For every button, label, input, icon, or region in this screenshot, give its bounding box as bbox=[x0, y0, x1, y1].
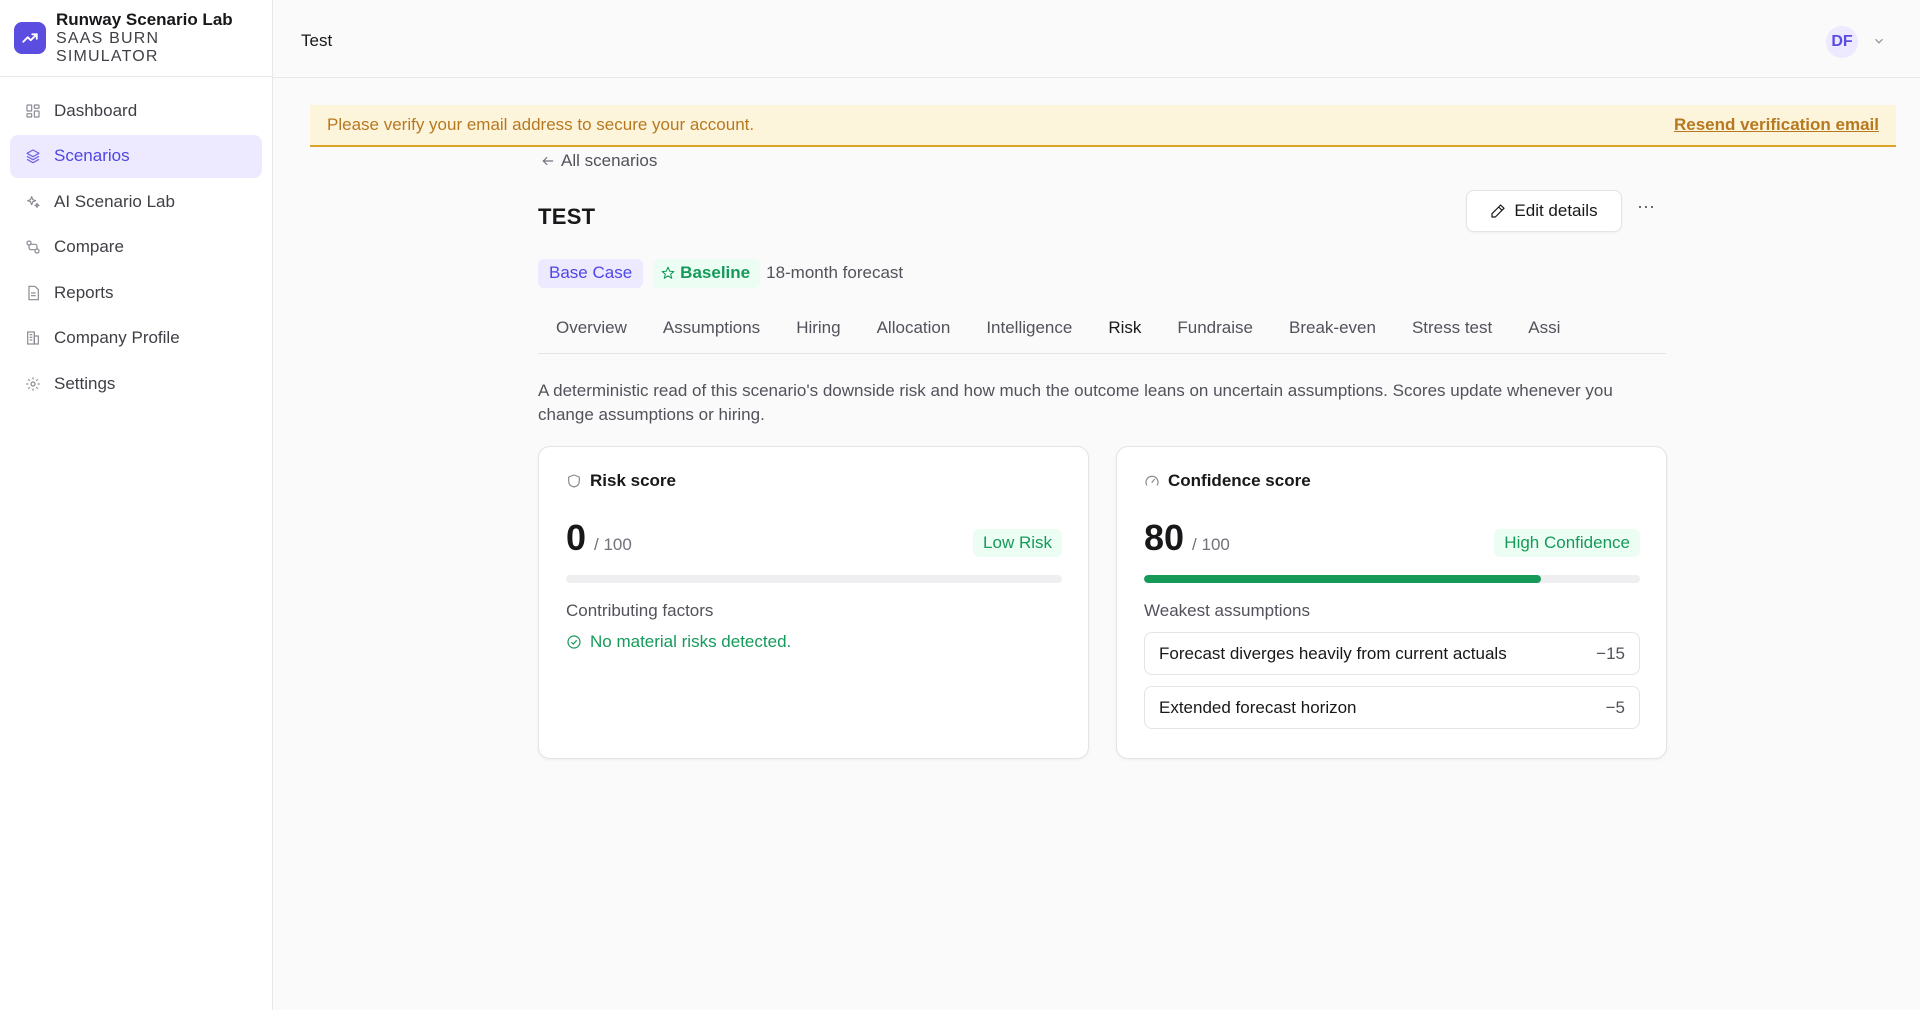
tab-risk[interactable]: Risk bbox=[1090, 308, 1159, 353]
sidebar-nav: Dashboard Scenarios AI Scenario Lab Comp… bbox=[0, 77, 272, 420]
tab-overview[interactable]: Overview bbox=[538, 308, 645, 353]
baseline-label: Baseline bbox=[680, 263, 751, 282]
sidebar-item-label: Settings bbox=[54, 373, 116, 393]
sidebar-item-label: Scenarios bbox=[54, 146, 130, 165]
sidebar-item-company-profile[interactable]: Company Profile bbox=[10, 317, 262, 360]
sidebar-item-scenarios[interactable]: Scenarios bbox=[10, 134, 262, 178]
no-risks-text: No material risks detected. bbox=[590, 632, 792, 651]
sidebar-item-label: AI Scenario Lab bbox=[54, 191, 175, 211]
gear-icon bbox=[24, 375, 42, 393]
assumption-label: Forecast diverges heavily from current a… bbox=[1159, 643, 1507, 663]
report-icon bbox=[24, 284, 42, 302]
resend-verification-link[interactable]: Resend verification email bbox=[1674, 115, 1879, 135]
more-options-button[interactable]: ··· bbox=[1634, 196, 1658, 220]
app-subtitle: SAAS BURN SIMULATOR bbox=[56, 29, 160, 65]
tab-hiring[interactable]: Hiring bbox=[778, 308, 858, 353]
layers-icon bbox=[24, 147, 42, 165]
app-title: Runway Scenario Lab bbox=[56, 9, 233, 29]
confidence-progress-fill bbox=[1144, 575, 1541, 583]
base-case-tag: Base Case bbox=[538, 258, 644, 288]
risk-description: A deterministic read of this scenario's … bbox=[538, 381, 1613, 424]
tab-allocation[interactable]: Allocation bbox=[859, 308, 969, 353]
header-title: Test bbox=[301, 31, 333, 50]
tab-assumptions[interactable]: Assumptions bbox=[645, 308, 778, 353]
assumption-item: Extended forecast horizon −5 bbox=[1144, 686, 1640, 729]
confidence-level-badge: High Confidence bbox=[1494, 529, 1640, 557]
star-icon bbox=[661, 266, 675, 279]
verify-email-banner: Please verify your email address to secu… bbox=[310, 105, 1896, 147]
tab-fundraise[interactable]: Fundraise bbox=[1159, 308, 1271, 353]
building-icon bbox=[24, 329, 42, 347]
brand[interactable]: Runway Scenario Lab SAAS BURN SIMULATOR bbox=[0, 0, 272, 77]
assumption-item: Forecast diverges heavily from current a… bbox=[1144, 632, 1640, 675]
avatar[interactable]: DF bbox=[1826, 26, 1858, 58]
tab-stress-test[interactable]: Stress test bbox=[1394, 308, 1510, 353]
gauge-icon bbox=[1145, 475, 1159, 486]
tab-intelligence[interactable]: Intelligence bbox=[968, 308, 1090, 353]
risk-score-card: Risk score 0 / 100 Low Risk Contributing… bbox=[538, 446, 1089, 759]
confidence-score-card: Confidence score 80 / 100 High Confidenc… bbox=[1116, 446, 1667, 759]
confidence-progress-bar bbox=[1144, 575, 1640, 583]
sidebar-item-label: Reports bbox=[54, 282, 114, 302]
risk-score-heading: Risk score bbox=[566, 471, 676, 491]
tab-assistant[interactable]: Assi bbox=[1510, 308, 1578, 353]
compare-icon bbox=[24, 238, 42, 256]
assumption-penalty: −15 bbox=[1596, 643, 1625, 663]
contributing-factors-label: Contributing factors bbox=[566, 601, 714, 620]
assumption-label: Extended forecast horizon bbox=[1159, 697, 1357, 717]
confidence-score-max: / 100 bbox=[1192, 535, 1230, 554]
arrow-left-icon bbox=[542, 156, 554, 166]
tab-break-even[interactable]: Break-even bbox=[1271, 308, 1394, 353]
all-scenarios-link[interactable]: All scenarios bbox=[541, 151, 741, 171]
scenario-tags: Base Case Baseline 18-month forecast bbox=[538, 258, 903, 288]
baseline-tag: Baseline bbox=[653, 258, 761, 288]
sidebar-item-label: Dashboard bbox=[54, 100, 138, 120]
risk-score-value: 0 bbox=[566, 517, 587, 558]
pencil-icon bbox=[1491, 204, 1506, 218]
no-risks-message: No material risks detected. bbox=[566, 632, 791, 652]
risk-level-badge: Low Risk bbox=[973, 529, 1062, 557]
sidebar-item-reports[interactable]: Reports bbox=[10, 271, 262, 314]
assumption-penalty: −5 bbox=[1605, 697, 1625, 717]
back-label: All scenarios bbox=[561, 151, 658, 170]
sidebar-item-settings[interactable]: Settings bbox=[10, 362, 262, 405]
scenario-tabs: Overview Assumptions Hiring Allocation I… bbox=[538, 308, 1666, 354]
confidence-score-heading: Confidence score bbox=[1144, 471, 1311, 491]
risk-progress-bar bbox=[566, 575, 1062, 583]
check-circle-icon bbox=[567, 635, 581, 649]
trend-up-icon bbox=[14, 22, 46, 54]
sidebar-item-label: Compare bbox=[54, 237, 124, 256]
edit-details-button[interactable]: Edit details bbox=[1466, 190, 1622, 232]
sidebar-item-dashboard[interactable]: Dashboard bbox=[10, 89, 262, 132]
risk-score-max: / 100 bbox=[594, 535, 632, 554]
scenario-content: All scenarios TEST Edit details ··· Base… bbox=[538, 148, 1667, 759]
risk-heading-label: Risk score bbox=[590, 471, 676, 490]
shield-icon bbox=[568, 474, 580, 488]
sparkles-icon bbox=[24, 193, 42, 211]
chevron-down-icon[interactable] bbox=[1872, 34, 1886, 53]
weakest-assumptions-label: Weakest assumptions bbox=[1144, 601, 1310, 620]
dashboard-icon bbox=[24, 102, 42, 120]
page-title: TEST bbox=[538, 204, 596, 229]
confidence-score-value: 80 bbox=[1144, 517, 1185, 558]
edit-details-label: Edit details bbox=[1514, 201, 1598, 220]
forecast-length: 18-month forecast bbox=[766, 263, 904, 282]
top-header: Test DF bbox=[273, 0, 1920, 78]
sidebar-item-ai-scenario-lab[interactable]: AI Scenario Lab bbox=[10, 180, 262, 223]
sidebar-item-compare[interactable]: Compare bbox=[10, 226, 262, 269]
sidebar: Runway Scenario Lab SAAS BURN SIMULATOR … bbox=[0, 0, 273, 1010]
sidebar-item-label: Company Profile bbox=[54, 328, 180, 347]
banner-text: Please verify your email address to secu… bbox=[327, 115, 755, 134]
confidence-heading-label: Confidence score bbox=[1168, 471, 1311, 490]
